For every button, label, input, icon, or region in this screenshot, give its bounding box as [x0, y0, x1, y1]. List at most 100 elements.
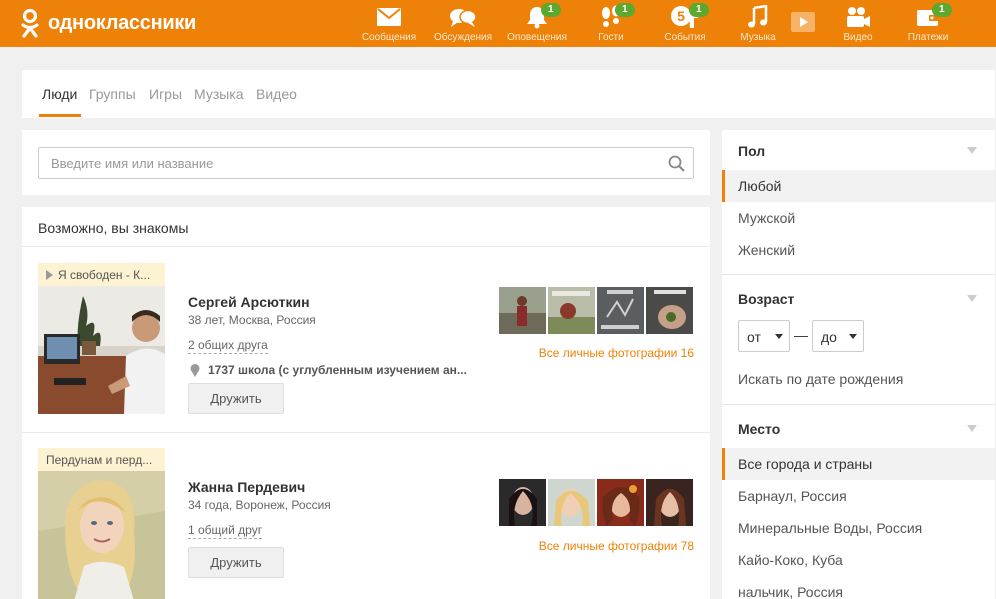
- tab-games[interactable]: Игры: [149, 86, 182, 102]
- tab-music[interactable]: Музыка: [194, 86, 244, 102]
- chevron-down-icon: [967, 425, 977, 432]
- photo-thumbnail[interactable]: [548, 479, 595, 526]
- music-play-button[interactable]: [791, 12, 815, 32]
- photo-thumbnail[interactable]: [646, 287, 693, 334]
- photo-thumbnail[interactable]: [499, 287, 546, 334]
- add-friend-button[interactable]: Дружить: [188, 383, 284, 414]
- nav-guests[interactable]: 1 Гости: [569, 3, 653, 43]
- gender-option-any[interactable]: Любой: [722, 170, 995, 202]
- status-badge[interactable]: Я свободен - К...: [38, 263, 165, 286]
- speech-bubbles-icon: [421, 5, 505, 29]
- footprints-icon: [569, 5, 653, 29]
- nav-label: Платежи: [907, 32, 949, 43]
- place-option-all[interactable]: Все города и страны: [722, 448, 995, 480]
- active-tab-indicator: [39, 114, 81, 117]
- ok-logo-icon: [20, 8, 40, 38]
- search-card: [22, 130, 710, 195]
- photo-thumbnail[interactable]: [597, 287, 644, 334]
- search-input[interactable]: [39, 148, 659, 178]
- logo-text: одноклассники: [48, 11, 197, 34]
- nav-discussions[interactable]: Обсуждения: [421, 5, 505, 43]
- photo-thumbnail[interactable]: [597, 479, 644, 526]
- avatar[interactable]: [38, 471, 165, 599]
- search-icon[interactable]: [668, 155, 685, 177]
- bell-icon: [495, 5, 579, 29]
- photo-thumbnail[interactable]: [548, 287, 595, 334]
- add-friend-button[interactable]: Дружить: [188, 547, 284, 578]
- logo[interactable]: одноклассники: [20, 8, 196, 38]
- wallet-icon: [886, 5, 970, 29]
- chevron-down-icon: [967, 295, 977, 302]
- svg-text:5: 5: [677, 8, 685, 24]
- chevron-down-icon: [775, 334, 783, 339]
- play-icon: [46, 270, 53, 280]
- age-range: от — до: [722, 318, 995, 366]
- gender-option-female[interactable]: Женский: [722, 234, 995, 266]
- all-photos-link[interactable]: Все личные фотографии 16: [539, 346, 694, 360]
- payments-badge: 1: [932, 3, 952, 17]
- place-option[interactable]: нальчик, Россия: [722, 576, 995, 599]
- envelope-icon: [347, 5, 431, 29]
- age-filter: Возраст от — до Искать по дате рождения: [722, 278, 995, 405]
- nav-label: Сообщения: [361, 32, 417, 43]
- events-badge: 1: [689, 3, 709, 17]
- place-filter: Место Все города и страны Барнаул, Росси…: [722, 408, 995, 599]
- filter-title-text: Возраст: [738, 291, 795, 307]
- tab-groups[interactable]: Группы: [89, 86, 136, 102]
- tab-people[interactable]: Люди: [42, 86, 77, 102]
- photo-thumbnail[interactable]: [646, 479, 693, 526]
- nav-label: Гости: [598, 32, 624, 43]
- nav-label: События: [664, 32, 706, 43]
- school-text: 1737 школа (с углубленным изучением ан..…: [208, 363, 467, 377]
- place-option[interactable]: Кайо-Коко, Куба: [722, 544, 995, 576]
- nav-label: Обсуждения: [433, 32, 493, 43]
- search-by-birthdate-link[interactable]: Искать по дате рождения: [722, 366, 995, 404]
- section-title: Возможно, вы знакомы: [38, 220, 189, 236]
- chevron-down-icon: [849, 334, 857, 339]
- place-option[interactable]: Барнаул, Россия: [722, 480, 995, 512]
- filter-title[interactable]: Место: [722, 408, 995, 448]
- filter-title-text: Место: [738, 421, 781, 437]
- photo-thumbnails: [499, 287, 693, 334]
- location-pin-icon: [190, 364, 200, 377]
- play-icon: [800, 17, 808, 27]
- nav-messages[interactable]: Сообщения: [347, 5, 431, 43]
- filter-title[interactable]: Возраст: [722, 278, 995, 318]
- nav-payments[interactable]: 1 Платежи: [886, 3, 970, 43]
- gender-option-male[interactable]: Мужской: [722, 202, 995, 234]
- tab-video[interactable]: Видео: [256, 86, 297, 102]
- age-from-select[interactable]: от: [738, 320, 790, 352]
- notification-badge: 1: [541, 3, 561, 17]
- age-from-value: от: [747, 329, 761, 345]
- guests-badge: 1: [615, 3, 635, 17]
- person-name[interactable]: Сергей Арсюткин: [188, 294, 310, 310]
- person-school: 1737 школа (с углубленным изучением ан..…: [188, 363, 467, 377]
- age-to-select[interactable]: до: [812, 320, 864, 352]
- nav-label: Оповещения: [507, 32, 567, 43]
- events-icon: 5: [643, 5, 727, 29]
- person-info: 34 года, Воронеж, Россия: [188, 498, 331, 512]
- people-you-may-know: Возможно, вы знакомы Я свободен - К... С…: [22, 207, 710, 599]
- filter-title[interactable]: Пол: [722, 130, 995, 170]
- music-note-icon: [716, 5, 800, 29]
- filters-panel: Пол Любой Мужской Женский Возраст от — д…: [722, 130, 995, 599]
- nav-music[interactable]: Музыка: [716, 5, 800, 43]
- mutual-friends-link[interactable]: 2 общих друга: [188, 338, 268, 354]
- photo-thumbnails: [499, 479, 693, 526]
- place-option[interactable]: Минеральные Воды, Россия: [722, 512, 995, 544]
- avatar[interactable]: [38, 286, 165, 414]
- person-name[interactable]: Жанна Пердевич: [188, 479, 305, 495]
- photo-thumbnail[interactable]: [499, 479, 546, 526]
- person-info: 38 лет, Москва, Россия: [188, 313, 316, 327]
- filter-title-text: Пол: [738, 143, 766, 159]
- status-badge[interactable]: Пердунам и перд...: [38, 448, 165, 471]
- nav-events[interactable]: 5 1 События: [643, 3, 727, 43]
- person-card: Я свободен - К... Сергей Арсюткин 38 лет…: [22, 247, 710, 432]
- nav-notifications[interactable]: 1 Оповещения: [495, 3, 579, 43]
- age-dash: —: [794, 327, 808, 343]
- chevron-down-icon: [967, 147, 977, 154]
- nav-label: Музыка: [740, 32, 776, 43]
- all-photos-link[interactable]: Все личные фотографии 78: [539, 539, 694, 553]
- mutual-friends-link[interactable]: 1 общий друг: [188, 523, 263, 539]
- age-to-value: до: [821, 329, 837, 345]
